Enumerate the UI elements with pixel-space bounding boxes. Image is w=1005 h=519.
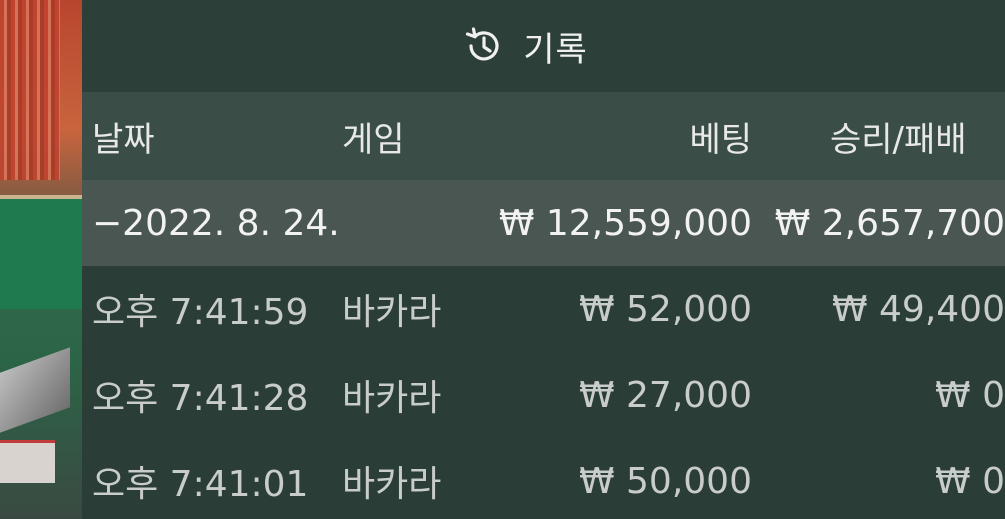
row-bet: ₩ 50,000 [578,460,752,502]
background-curtain [0,0,60,180]
row-game: 바카라 [342,464,442,505]
history-icon [463,25,505,67]
table-row[interactable]: 오후 7:41:28 바카라 ₩ 27,000 ₩ 0 [82,352,1005,438]
history-panel: 기록 날짜 게임 베팅 승리/패배 −2022. 8. 24. ₩ 12,559… [82,0,1005,519]
column-header-date: 날짜 [92,119,155,160]
column-header-bet: 베팅 [689,119,752,160]
table-row[interactable]: 오후 7:41:01 바카라 ₩ 50,000 ₩ 0 [82,438,1005,519]
panel-title: 기록 [523,29,588,70]
background-card-shoe [0,347,70,433]
row-win-loss: ₩ 0 [935,460,1005,502]
background-cards [0,440,55,483]
row-bet: ₩ 52,000 [578,288,752,330]
row-game: 바카라 [342,292,442,333]
row-time: 오후 7:41:01 [92,464,309,505]
row-time: 오후 7:41:59 [92,292,309,333]
column-header-row: 날짜 게임 베팅 승리/패배 [82,92,1005,180]
row-time: 오후 7:41:28 [92,378,309,419]
row-bet: ₩ 27,000 [578,374,752,416]
background-table [0,195,82,309]
summary-bet: ₩ 12,559,000 [498,202,752,244]
background-game-scene [0,0,82,519]
table-row[interactable]: 오후 7:41:59 바카라 ₩ 52,000 ₩ 49,400 [82,266,1005,352]
row-game: 바카라 [342,378,442,419]
summary-date: −2022. 8. 24. [92,202,340,244]
date-summary-row[interactable]: −2022. 8. 24. ₩ 12,559,000 ₩ 2,657,700 [82,180,1005,266]
summary-win-loss: ₩ 2,657,700 [774,202,1005,244]
column-header-win-loss: 승리/패배 [830,119,967,160]
title-wrap: 기록 [463,22,588,71]
row-win-loss: ₩ 0 [935,374,1005,416]
panel-header: 기록 [82,0,1005,92]
row-win-loss: ₩ 49,400 [831,288,1005,330]
column-header-game: 게임 [342,119,405,160]
